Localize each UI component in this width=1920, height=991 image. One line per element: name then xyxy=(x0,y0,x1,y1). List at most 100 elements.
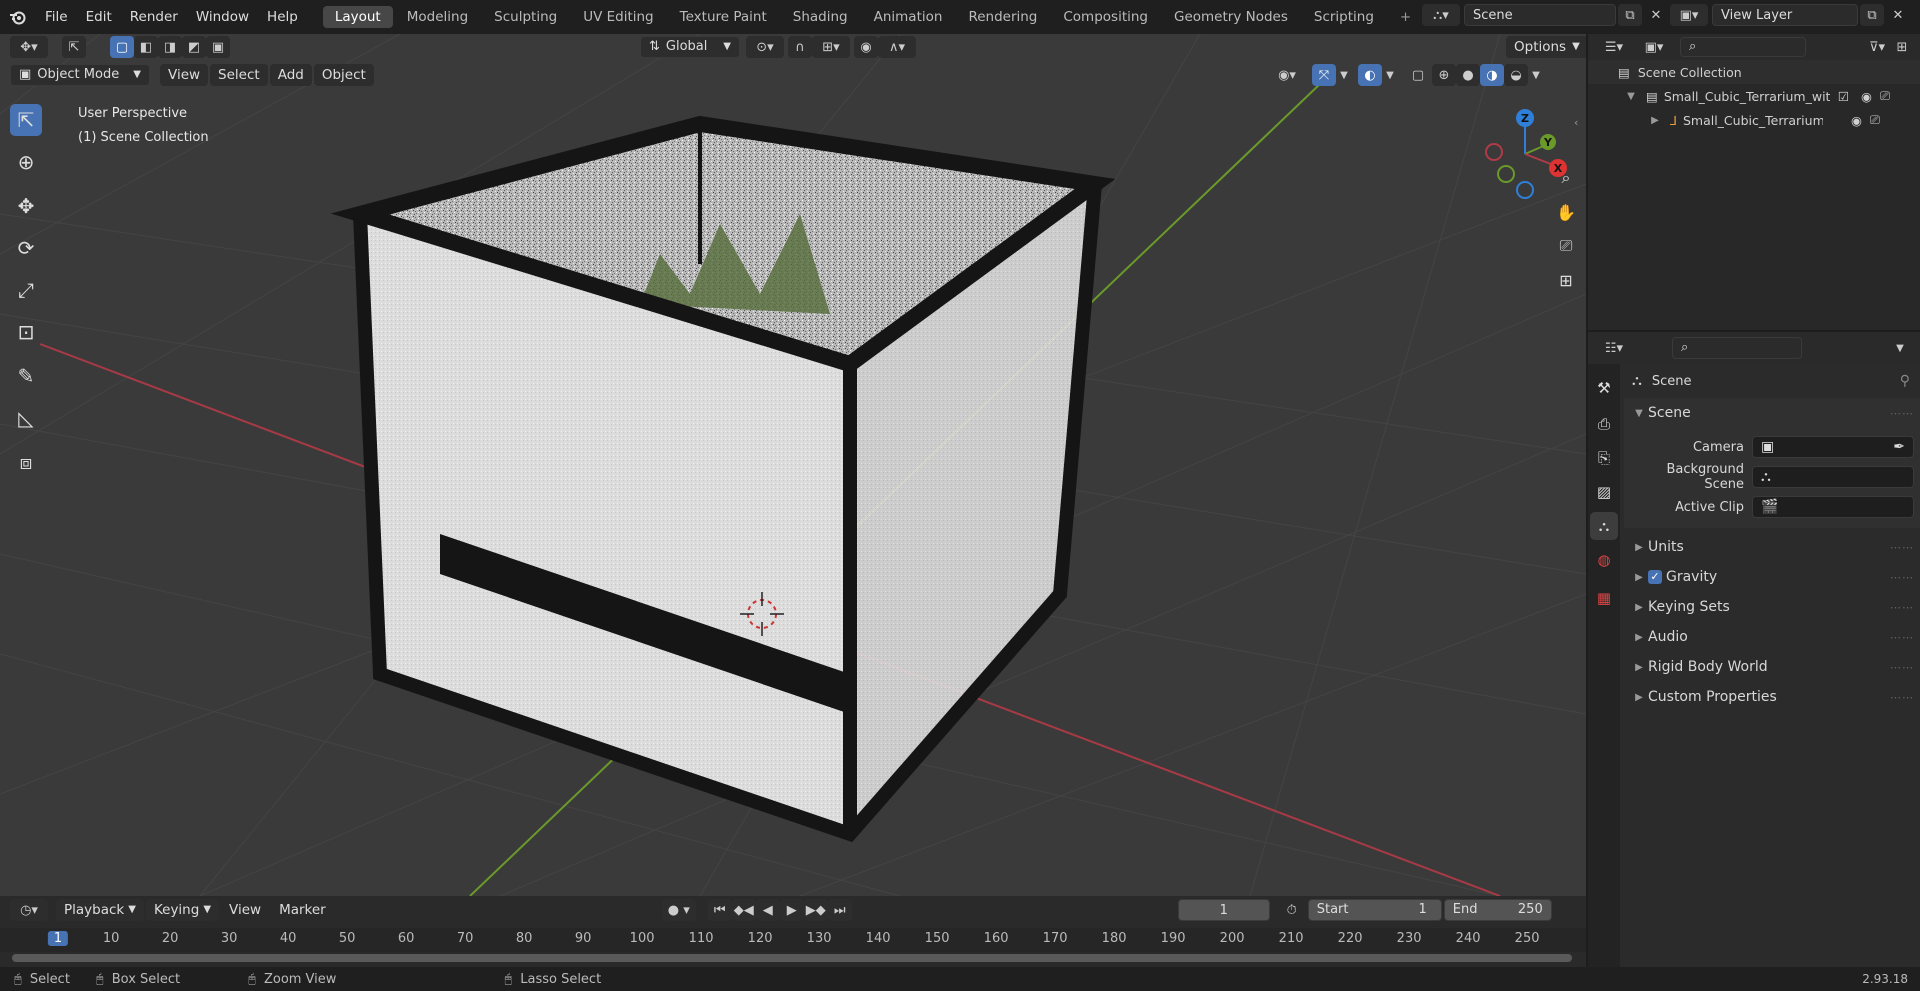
snap-target-dropdown[interactable]: ⊞▾ xyxy=(812,36,850,58)
expand-arrow-icon[interactable]: ▶ xyxy=(1646,115,1664,126)
3d-viewport[interactable]: ✥▾ ⇱ ▢ ◧ ◨ ◩ ▣ ⇅ Global ▼ ⊙▾ ∩ ⊞▾ ◉ ∧▾ O… xyxy=(0,34,1586,896)
ortho-toggle-button[interactable]: ⊞ xyxy=(1552,266,1580,294)
tab-render[interactable]: ⎙ xyxy=(1590,410,1618,438)
select-intersect-button[interactable]: ▣ xyxy=(206,36,230,58)
properties-search-input[interactable]: ⌕ xyxy=(1672,337,1802,359)
select-extend-button[interactable]: ◧ xyxy=(134,36,158,58)
wireframe-shading-button[interactable]: ⊕ xyxy=(1432,64,1456,86)
menu-view[interactable]: View xyxy=(160,64,209,86)
annotate-tool[interactable]: ✎ xyxy=(10,360,42,392)
camera-icon[interactable]: ⎚ xyxy=(1870,112,1880,128)
tab-view-layer[interactable]: ▨ xyxy=(1590,478,1618,506)
tab-tool[interactable]: ⚒ xyxy=(1590,374,1618,402)
select-new-button[interactable]: ▢ xyxy=(110,36,134,58)
background-scene-field[interactable]: ⛬ xyxy=(1752,466,1914,488)
menu-marker[interactable]: Marker xyxy=(271,899,334,921)
new-collection-button[interactable]: ⊞ xyxy=(1892,36,1912,58)
material-shading-button[interactable]: ◑ xyxy=(1480,64,1504,86)
rendered-shading-button[interactable]: ◒ xyxy=(1504,64,1528,86)
gizmo-toggle[interactable]: ⤧ xyxy=(1312,64,1336,86)
eyedropper-icon[interactable]: ✒ xyxy=(1893,436,1905,458)
panel-units[interactable]: ▶ Units ⋯⋯ xyxy=(1624,532,1920,562)
view-layer-name-field[interactable]: View Layer xyxy=(1712,4,1858,26)
new-scene-button[interactable]: ⧉ xyxy=(1618,4,1642,26)
menu-timeline-view[interactable]: View xyxy=(221,899,269,921)
view-layer-browse-button[interactable]: ▣▾ xyxy=(1670,4,1708,26)
display-mode-dropdown[interactable]: ▣▾ xyxy=(1636,36,1672,58)
auto-keying-toggle[interactable]: ● ▾ xyxy=(661,899,696,921)
camera-field[interactable]: ▣ ✒ xyxy=(1752,436,1914,458)
menu-object[interactable]: Object xyxy=(313,64,374,86)
tab-modeling[interactable]: Modeling xyxy=(395,6,480,28)
tab-compositing[interactable]: Compositing xyxy=(1051,6,1160,28)
drag-handle-icon[interactable]: ⋯⋯ xyxy=(1890,407,1914,420)
properties-options-dropdown[interactable]: ▼ xyxy=(1888,337,1912,359)
panel-custom-properties[interactable]: ▶ Custom Properties ⋯⋯ xyxy=(1624,682,1920,712)
gizmo-z-label[interactable]: Z xyxy=(1521,112,1529,125)
solid-shading-button[interactable]: ● xyxy=(1456,64,1480,86)
jump-start-button[interactable]: ⏮ xyxy=(707,899,732,921)
preview-range-toggle[interactable]: ⏱ xyxy=(1280,899,1304,921)
current-frame-field[interactable]: 1 xyxy=(1177,899,1270,921)
tab-sculpting[interactable]: Sculpting xyxy=(482,6,569,28)
xray-toggle[interactable]: ▢ xyxy=(1406,64,1430,86)
visibility-dropdown[interactable]: ◉▾ xyxy=(1268,64,1306,86)
pan-button[interactable]: ✋ xyxy=(1552,198,1580,226)
play-reverse-button[interactable]: ◀ xyxy=(755,899,780,921)
falloff-dropdown[interactable]: ∧▾ xyxy=(878,36,916,58)
filter-dropdown[interactable]: ⊽▾ xyxy=(1862,36,1892,58)
new-view-layer-button[interactable]: ⧉ xyxy=(1860,4,1884,26)
select-box-tool[interactable]: ⇱ xyxy=(10,104,42,136)
tab-texture[interactable]: ▦ xyxy=(1590,584,1618,612)
scene-browse-button[interactable]: ⛬▾ xyxy=(1422,4,1460,26)
menu-select[interactable]: Select xyxy=(210,64,268,86)
overlays-dropdown[interactable]: ▼ xyxy=(1382,64,1398,86)
add-workspace-button[interactable]: + xyxy=(1388,6,1423,28)
blender-logo-icon[interactable] xyxy=(0,9,36,25)
drag-handle-icon[interactable]: ⋯⋯ xyxy=(1890,601,1914,614)
prev-keyframe-button[interactable]: ◆◀ xyxy=(731,899,756,921)
move-tool[interactable]: ✥ xyxy=(10,190,42,222)
proportional-edit-toggle[interactable]: ◉ xyxy=(854,36,878,58)
menu-render[interactable]: Render xyxy=(121,0,187,34)
tab-shading[interactable]: Shading xyxy=(781,6,860,28)
outliner-row-collection[interactable]: ▼ ▤ Small_Cubic_Terrarium_with_l ☑ ◉ ⎚ xyxy=(1588,84,1920,108)
outliner-row-scene-collection[interactable]: ▤ Scene Collection xyxy=(1588,60,1920,84)
tab-scene[interactable]: ⛬ xyxy=(1590,512,1618,540)
outliner-row-object[interactable]: ▶ ⅃ Small_Cubic_Terrarium_w ◉ ⎚ xyxy=(1588,108,1920,132)
zoom-button[interactable]: ⌕ xyxy=(1552,164,1580,192)
drag-handle-icon[interactable]: ⋯⋯ xyxy=(1890,541,1914,554)
gizmo-y-label[interactable]: Y xyxy=(1543,136,1553,149)
overlays-toggle[interactable]: ◐ xyxy=(1358,64,1382,86)
scene-name-field[interactable]: Scene xyxy=(1464,4,1616,26)
start-frame-field[interactable]: Start 1 xyxy=(1307,899,1442,921)
tab-texture-paint[interactable]: Texture Paint xyxy=(668,6,779,28)
cursor-tool[interactable]: ⊕ xyxy=(10,146,42,178)
select-invert-button[interactable]: ◩ xyxy=(182,36,206,58)
gravity-checkbox[interactable]: ✓ xyxy=(1648,570,1662,584)
current-frame-marker[interactable]: 1 xyxy=(47,931,69,946)
checkbox-icon[interactable]: ☑ xyxy=(1838,89,1849,104)
camera-icon[interactable]: ⎚ xyxy=(1880,88,1890,104)
menu-window[interactable]: Window xyxy=(187,0,258,34)
editor-type-button[interactable]: ✥▾ xyxy=(10,36,48,58)
delete-scene-button[interactable]: ✕ xyxy=(1644,4,1668,26)
add-cube-tool[interactable]: ⧈ xyxy=(10,446,42,478)
select-subtract-button[interactable]: ◨ xyxy=(158,36,182,58)
eye-icon[interactable]: ◉ xyxy=(1861,89,1872,104)
panel-scene-header[interactable]: ▼ Scene ⋯⋯ xyxy=(1624,398,1920,428)
next-keyframe-button[interactable]: ▶◆ xyxy=(803,899,828,921)
measure-tool[interactable]: ◺ xyxy=(10,402,42,434)
panel-rigid-body-world[interactable]: ▶ Rigid Body World ⋯⋯ xyxy=(1624,652,1920,682)
expand-arrow-icon[interactable]: ▼ xyxy=(1622,91,1640,102)
drag-handle-icon[interactable]: ⋯⋯ xyxy=(1890,631,1914,644)
outliner-search-input[interactable]: ⌕ xyxy=(1680,37,1806,57)
snap-toggle[interactable]: ∩ xyxy=(788,36,812,58)
pin-icon[interactable]: ⚲ xyxy=(1900,373,1910,389)
tab-scripting[interactable]: Scripting xyxy=(1302,6,1386,28)
select-tool-button[interactable]: ⇱ xyxy=(62,36,86,58)
delete-view-layer-button[interactable]: ✕ xyxy=(1886,4,1910,26)
scale-tool[interactable]: ⤢ xyxy=(10,274,42,306)
gizmo-dropdown[interactable]: ▼ xyxy=(1336,64,1352,86)
play-button[interactable]: ▶ xyxy=(779,899,804,921)
